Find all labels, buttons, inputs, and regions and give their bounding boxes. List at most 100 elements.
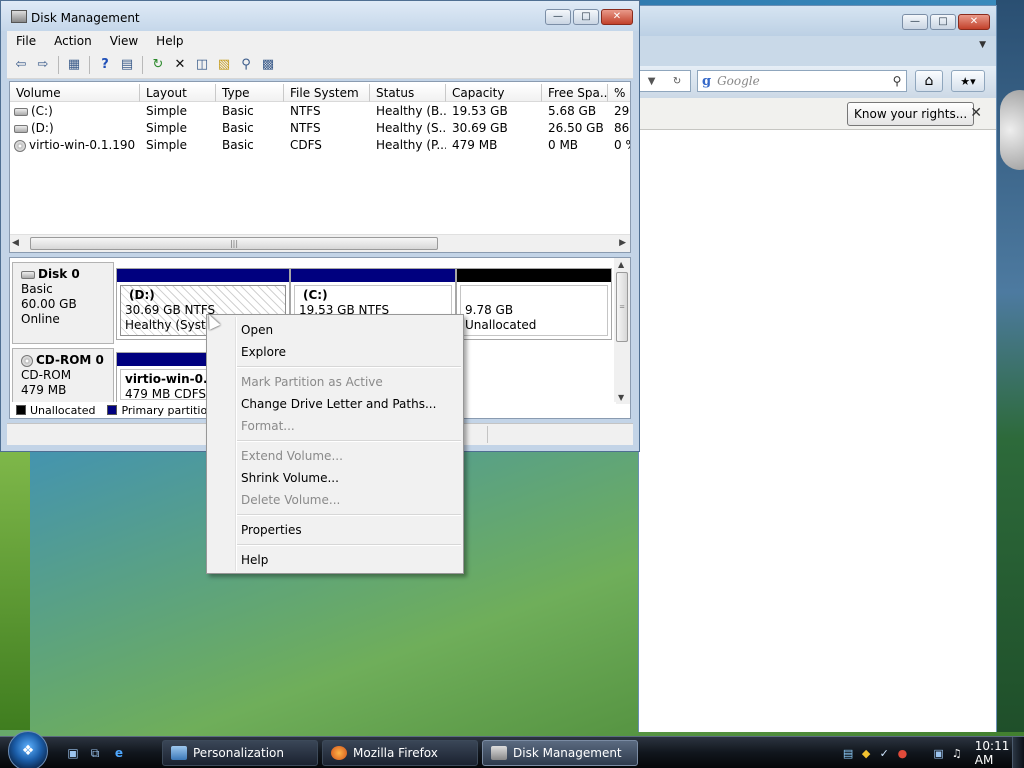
column-free-space[interactable]: Free Spa...	[542, 84, 608, 102]
firefox-titlebar[interactable]: — □ ✕	[639, 6, 996, 36]
properties-icon[interactable]: ◫	[192, 55, 212, 75]
search-input[interactable]: Google	[717, 74, 882, 88]
wireless-icon[interactable]: ✓	[878, 746, 890, 760]
table-row[interactable]: (D:) Simple Basic NTFS Healthy (S... 30.…	[10, 120, 630, 137]
menu-bar: File Action View Help	[7, 31, 633, 51]
column-file-system[interactable]: File System	[284, 84, 370, 102]
delete-icon[interactable]: ✕	[170, 55, 190, 75]
menu-separator	[207, 437, 463, 445]
switch-windows-icon[interactable]: ⧉	[86, 745, 104, 761]
security-shield-icon[interactable]: ◆	[860, 746, 872, 760]
firefox-icon	[331, 746, 347, 760]
details-icon[interactable]: ▤	[117, 55, 137, 75]
layout-cell: Simple	[146, 104, 187, 118]
refresh-icon[interactable]: ↻	[148, 55, 168, 75]
reload-icon[interactable]: ↻	[673, 76, 681, 87]
column-layout[interactable]: Layout	[140, 84, 216, 102]
open-icon[interactable]: ▧	[214, 55, 234, 75]
column-volume[interactable]: Volume	[10, 84, 140, 102]
table-row[interactable]: (C:) Simple Basic NTFS Healthy (B... 19.…	[10, 103, 630, 120]
maximize-button[interactable]: □	[573, 9, 599, 25]
menu-item-open[interactable]: Open	[207, 319, 463, 341]
show-desktop-button[interactable]	[1012, 737, 1024, 768]
menu-view[interactable]: View	[101, 31, 147, 51]
context-menu: Open Explore Mark Partition as Active Ch…	[206, 314, 464, 574]
layout-cell: Simple	[146, 138, 187, 152]
disk-management-titlebar[interactable]: Disk Management — □ ✕	[1, 1, 639, 31]
minimize-button[interactable]: —	[902, 14, 928, 30]
monitor-icon[interactable]: ▣	[933, 746, 945, 760]
start-button[interactable]: ❖	[8, 731, 48, 768]
menu-item-help[interactable]: Help	[207, 549, 463, 571]
bookmarks-button[interactable]: ★▾	[951, 70, 985, 92]
volume-icon[interactable]: ♫	[951, 746, 963, 760]
maximize-button[interactable]: □	[930, 14, 956, 30]
show-desktop-icon[interactable]: ▣	[64, 745, 82, 761]
scroll-down-icon[interactable]: ▼	[618, 393, 624, 402]
help-icon[interactable]: ?	[95, 55, 115, 75]
close-button[interactable]: ✕	[601, 9, 633, 25]
status-cell: Healthy (P...	[376, 138, 446, 152]
cd-rom-0-label[interactable]: CD-ROM 0 CD-ROM 479 MB	[12, 348, 114, 404]
forward-icon[interactable]: ⇨	[33, 55, 53, 75]
menu-item-explore[interactable]: Explore	[207, 341, 463, 363]
internet-explorer-icon[interactable]: e	[110, 745, 128, 761]
task-personalization[interactable]: Personalization	[162, 740, 318, 766]
know-your-rights-button[interactable]: Know your rights...	[847, 102, 975, 126]
scroll-left-icon[interactable]: ◀	[12, 238, 19, 248]
scroll-right-icon[interactable]: ▶	[619, 238, 626, 248]
clock-gadget[interactable]	[1000, 90, 1024, 170]
menu-file[interactable]: File	[7, 31, 45, 51]
column-percent-free[interactable]: % F	[608, 84, 630, 102]
minimize-button[interactable]: —	[545, 9, 571, 25]
home-button[interactable]: ⌂	[915, 70, 943, 92]
scrollbar-thumb[interactable]: =	[616, 272, 628, 342]
table-row[interactable]: virtio-win-0.1.190 ... Simple Basic CDFS…	[10, 137, 630, 154]
console-tree-icon[interactable]: ▦	[64, 55, 84, 75]
menu-help[interactable]: Help	[147, 31, 192, 51]
horizontal-scrollbar[interactable]: ◀ ||| ▶	[10, 234, 630, 252]
rescan-icon[interactable]: ▩	[258, 55, 278, 75]
menu-action[interactable]: Action	[45, 31, 101, 51]
url-bar-end[interactable]: ▼ ↻	[639, 70, 691, 92]
volume-list: Volume Layout Type File System Status Ca…	[9, 81, 631, 253]
drive-icon	[21, 270, 35, 279]
task-disk-management[interactable]: Disk Management	[482, 740, 638, 766]
disk-0-label[interactable]: Disk 0 Basic 60.00 GB Online	[12, 262, 114, 344]
personalization-icon	[171, 746, 187, 760]
chevron-down-icon[interactable]: ▼	[979, 40, 986, 50]
menu-item-properties[interactable]: Properties	[207, 519, 463, 541]
disk-size: 479 MB	[21, 383, 67, 397]
firefox-content-area[interactable]	[639, 130, 996, 732]
column-type[interactable]: Type	[216, 84, 284, 102]
search-box[interactable]: g Google ⚲	[697, 70, 907, 92]
vertical-scrollbar[interactable]: ▲ = ▼	[614, 258, 630, 404]
alert-icon[interactable]: ●	[896, 746, 908, 760]
volume-rows: (C:) Simple Basic NTFS Healthy (B... 19.…	[10, 103, 630, 154]
back-icon[interactable]: ⇦	[11, 55, 31, 75]
volume-name: (D:)	[31, 121, 54, 135]
partition-unallocated[interactable]: 9.78 GB Unallocated	[456, 268, 612, 340]
menu-item-change-drive-letter[interactable]: Change Drive Letter and Paths...	[207, 393, 463, 415]
close-icon[interactable]: ✕	[970, 105, 982, 121]
capacity-cell: 479 MB	[452, 138, 498, 152]
explore-icon[interactable]: ⚲	[236, 55, 256, 75]
disk-management-icon	[11, 10, 27, 23]
system-tray: ▤ ◆ ✓ ● ▣ ♫ 10:11 AM	[836, 737, 1024, 768]
menu-separator	[207, 511, 463, 519]
menu-item-shrink-volume[interactable]: Shrink Volume...	[207, 467, 463, 489]
google-icon[interactable]: g	[702, 74, 711, 89]
dropdown-arrow-icon[interactable]: ▼	[648, 76, 656, 87]
disk-size: 60.00 GB	[21, 297, 77, 311]
column-status[interactable]: Status	[370, 84, 446, 102]
home-icon: ⌂	[924, 73, 934, 89]
bookmark-icon: ★▾	[960, 74, 976, 88]
search-icon[interactable]: ⚲	[888, 74, 906, 88]
scrollbar-thumb[interactable]: |||	[30, 237, 438, 250]
column-capacity[interactable]: Capacity	[446, 84, 542, 102]
primary-partition-bar	[117, 269, 289, 282]
close-button[interactable]: ✕	[958, 14, 990, 30]
task-mozilla-firefox[interactable]: Mozilla Firefox	[322, 740, 478, 766]
network-icon[interactable]: ▤	[842, 746, 854, 760]
scroll-up-icon[interactable]: ▲	[618, 260, 624, 269]
